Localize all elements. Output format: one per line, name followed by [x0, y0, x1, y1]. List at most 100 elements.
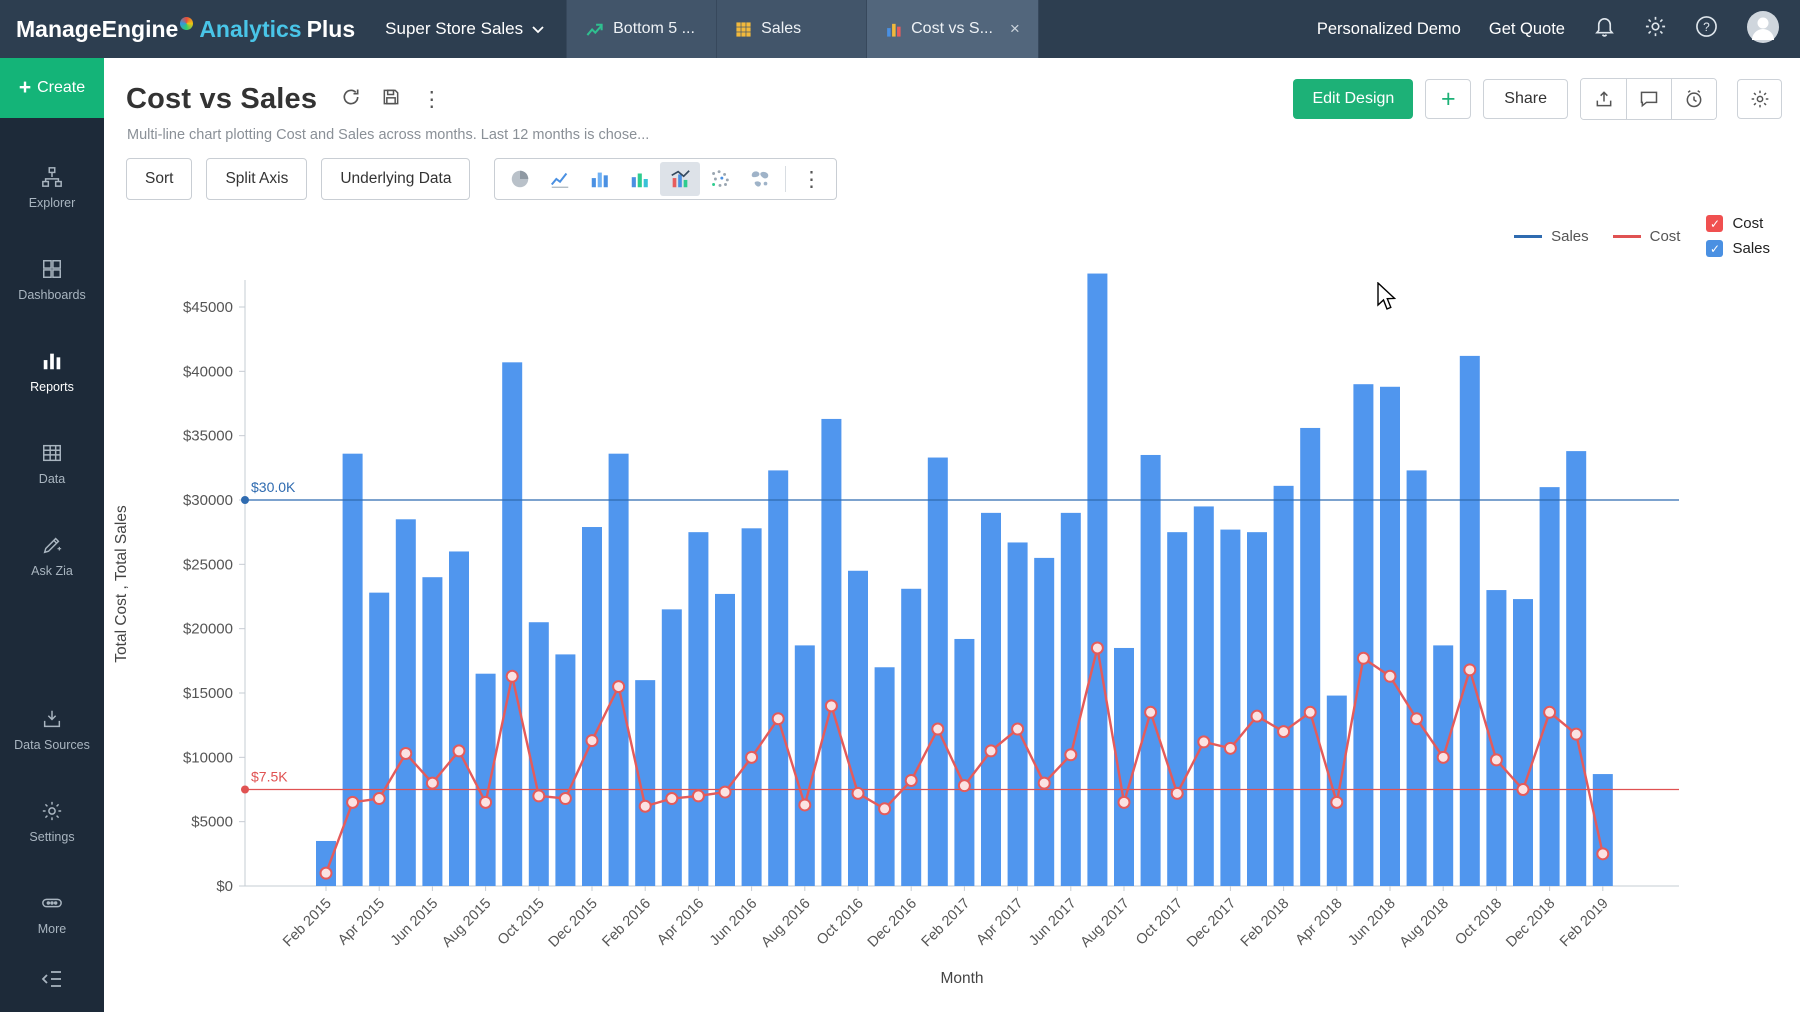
underlying-data-button[interactable]: Underlying Data: [321, 158, 470, 200]
share-button[interactable]: Share: [1483, 79, 1568, 119]
top-right-area: Personalized Demo Get Quote ?: [1317, 0, 1800, 58]
map-chart-icon[interactable]: [740, 162, 780, 196]
workspace-name: Super Store Sales: [385, 19, 523, 39]
svg-text:Oct 2015: Oct 2015: [495, 896, 548, 949]
chart-toolbar: Sort Split Axis Underlying Data ⋮: [126, 158, 1800, 200]
mini-bar-chart-icon: [885, 21, 902, 38]
ask-zia-icon: [41, 534, 63, 556]
reference-line-label: $30.0K: [251, 479, 296, 495]
line-chart-icon[interactable]: [540, 162, 580, 196]
checkbox-label: Cost: [1732, 215, 1763, 232]
avatar[interactable]: [1746, 10, 1780, 49]
create-button[interactable]: + Create: [0, 58, 104, 118]
combo-chart-icon[interactable]: [660, 162, 700, 196]
table-icon: [735, 21, 752, 38]
sidebar-item-dashboards[interactable]: Dashboards: [0, 258, 104, 302]
tab-bottom-5[interactable]: Bottom 5 ...: [566, 0, 716, 58]
reference-line-label: $7.5K: [251, 769, 288, 785]
edit-design-button[interactable]: Edit Design: [1293, 79, 1413, 119]
close-icon[interactable]: ×: [1010, 19, 1020, 39]
tab-sales[interactable]: Sales: [716, 0, 866, 58]
refresh-icon[interactable]: [341, 87, 361, 112]
tab-label: Bottom 5 ...: [613, 20, 695, 38]
series-checkboxes: ✓ Cost ✓Sales: [1706, 215, 1770, 257]
more-options-icon[interactable]: ⋮: [421, 89, 442, 110]
report-subtitle: Multi-line chart plotting Cost and Sales…: [104, 120, 1800, 143]
sidebar-item-label: Settings: [29, 830, 74, 844]
svg-text:$20000: $20000: [183, 621, 233, 638]
more-chart-types-icon[interactable]: ⋮: [791, 162, 831, 196]
svg-text:Feb 2015: Feb 2015: [280, 896, 335, 951]
add-button[interactable]: +: [1425, 79, 1471, 119]
sidebar-item-reports[interactable]: Reports: [0, 350, 104, 394]
svg-text:$10000: $10000: [183, 749, 233, 766]
tab-label: Sales: [761, 20, 801, 38]
sidebar-item-settings[interactable]: Settings: [0, 800, 104, 844]
legend-swatch: [1514, 235, 1542, 238]
svg-text:Oct 2017: Oct 2017: [1133, 896, 1186, 949]
svg-text:Jun 2018: Jun 2018: [1345, 896, 1399, 950]
gear-icon[interactable]: [1644, 15, 1667, 43]
collapse-sidebar-button[interactable]: [40, 967, 64, 996]
legend-line-sales: Sales: [1514, 228, 1589, 245]
x-axis-title: Month: [940, 970, 983, 987]
divider: [785, 166, 786, 192]
cost-vs-sales-chart: $0$5000$10000$15000$20000$25000$30000$35…: [104, 264, 1800, 1008]
sidebar-item-more[interactable]: More: [0, 892, 104, 936]
checkbox-icon[interactable]: ✓: [1706, 215, 1723, 232]
comment-icon[interactable]: [1626, 79, 1671, 119]
sidebar-item-data-sources[interactable]: Data Sources: [0, 708, 104, 752]
bell-icon[interactable]: [1593, 15, 1616, 43]
sales-bars[interactable]: [316, 274, 1613, 886]
legend-swatch: [1613, 235, 1641, 238]
pie-chart-icon[interactable]: [500, 162, 540, 196]
plus-icon: +: [19, 76, 31, 100]
series-checkbox-sales[interactable]: ✓Sales: [1706, 240, 1770, 257]
tab-cost-vs-s[interactable]: Cost vs S...×: [866, 0, 1039, 58]
y-axis-title: Total Cost , Total Sales: [113, 505, 130, 663]
legend-line-cost: Cost: [1613, 228, 1681, 245]
dashboards-icon: [41, 258, 63, 280]
split-axis-button[interactable]: Split Axis: [206, 158, 307, 200]
checkbox-icon[interactable]: ✓: [1706, 240, 1723, 257]
bar-chart-icon[interactable]: [580, 162, 620, 196]
svg-text:Dec 2017: Dec 2017: [1184, 896, 1239, 951]
svg-text:?: ?: [1703, 20, 1710, 34]
scatter-chart-icon[interactable]: [700, 162, 740, 196]
export-icon[interactable]: [1581, 79, 1626, 119]
chevron-down-icon: [532, 19, 544, 39]
stacked-bar-chart-icon[interactable]: [620, 162, 660, 196]
svg-text:Dec 2015: Dec 2015: [546, 896, 601, 951]
sort-button[interactable]: Sort: [126, 158, 192, 200]
settings-gear-icon[interactable]: [1737, 79, 1782, 119]
sidebar-item-explorer[interactable]: Explorer: [0, 166, 104, 210]
sidebar-item-label: Reports: [30, 380, 74, 394]
series-checkbox-cost[interactable]: ✓ Cost: [1706, 215, 1770, 232]
sidebar-item-label: Dashboards: [18, 288, 85, 302]
title-icons: ⋮: [341, 87, 442, 112]
svg-text:$15000: $15000: [183, 685, 233, 702]
svg-text:Aug 2015: Aug 2015: [439, 896, 494, 951]
legend-label: Cost: [1650, 228, 1681, 245]
svg-text:Dec 2016: Dec 2016: [865, 896, 920, 951]
sidebar-item-data[interactable]: Data: [0, 442, 104, 486]
schedule-clock-icon[interactable]: [1671, 79, 1716, 119]
svg-text:$25000: $25000: [183, 556, 233, 573]
help-icon[interactable]: ?: [1695, 15, 1718, 43]
svg-text:$0: $0: [216, 878, 233, 895]
svg-text:Oct 2018: Oct 2018: [1452, 896, 1505, 949]
workspace-dropdown[interactable]: Super Store Sales: [363, 0, 566, 58]
sidebar-item-label: Explorer: [29, 196, 76, 210]
personalized-demo-link[interactable]: Personalized Demo: [1317, 20, 1461, 39]
svg-text:Apr 2018: Apr 2018: [1293, 896, 1346, 949]
get-quote-link[interactable]: Get Quote: [1489, 20, 1565, 39]
settings-icon: [41, 800, 63, 822]
more-icon: [41, 892, 63, 914]
top-bar: ManageEngine Analytics Plus Super Store …: [0, 0, 1800, 58]
brand-manageengine: ManageEngine: [16, 16, 178, 43]
svg-text:Oct 2016: Oct 2016: [814, 896, 867, 949]
line-legend: Sales Cost: [1514, 228, 1680, 245]
sidebar-item-ask-zia[interactable]: Ask Zia: [0, 534, 104, 578]
save-icon[interactable]: [381, 87, 401, 112]
svg-text:Jun 2017: Jun 2017: [1026, 896, 1080, 950]
